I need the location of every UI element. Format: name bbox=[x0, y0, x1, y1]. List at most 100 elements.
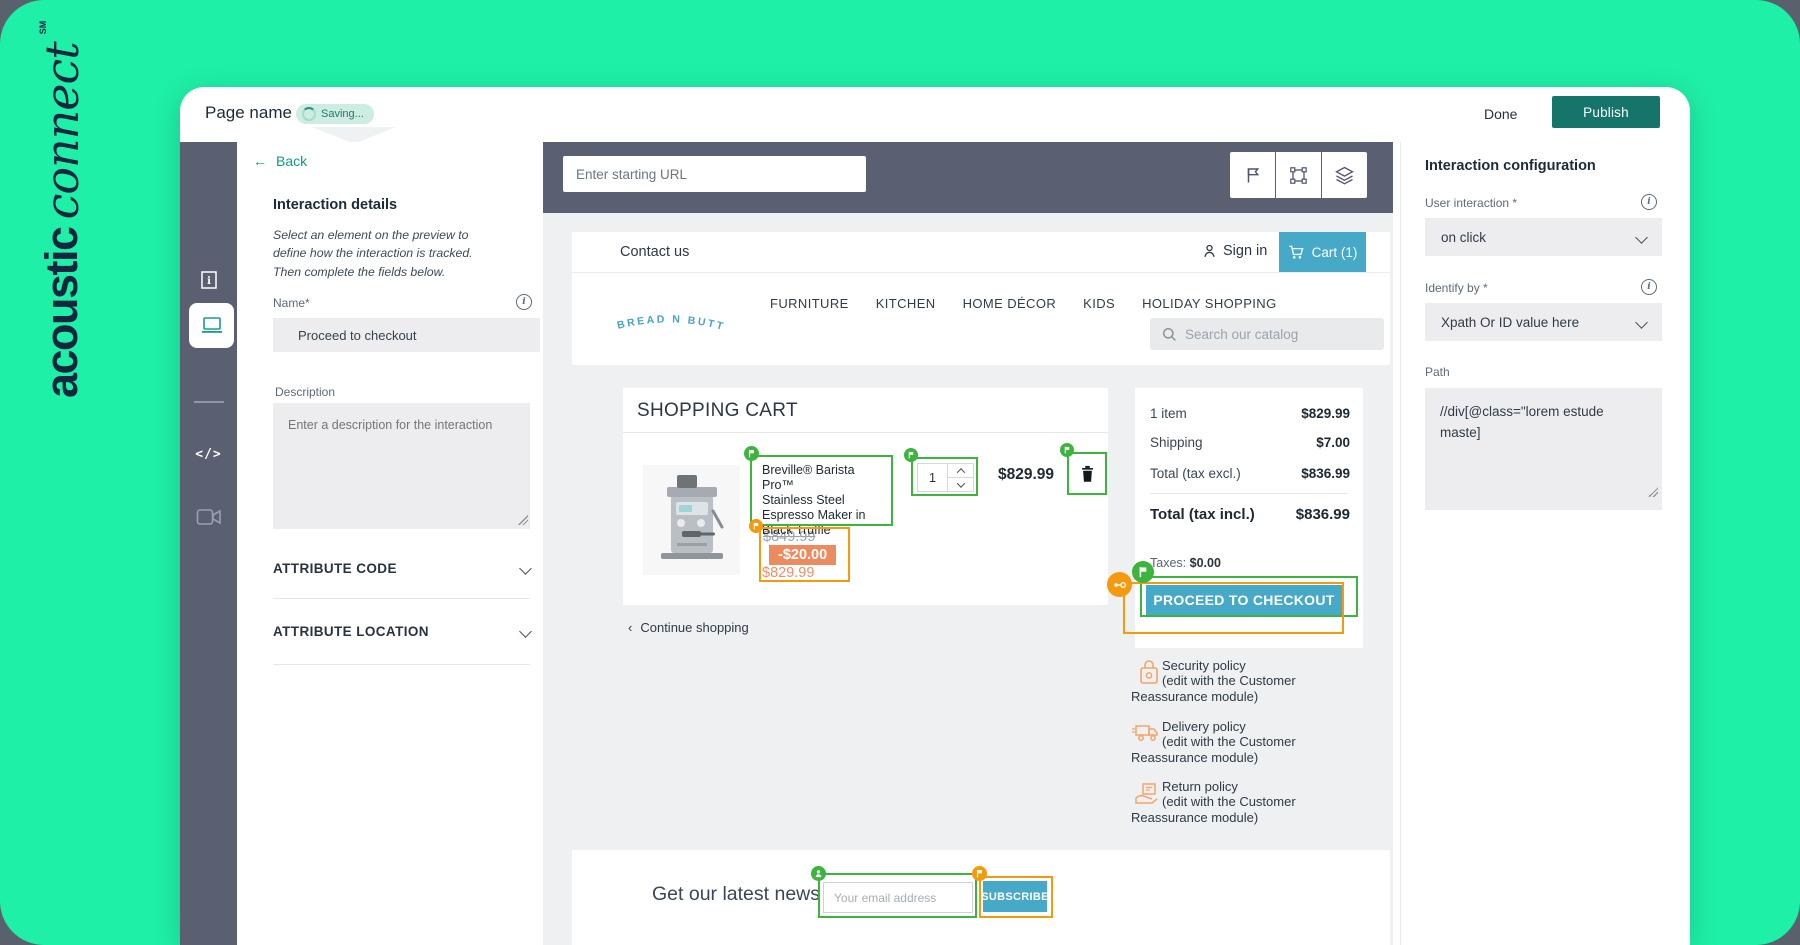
cart-icon bbox=[1288, 244, 1305, 260]
back-label: Back bbox=[276, 153, 307, 169]
nav-kids[interactable]: KIDS bbox=[1083, 296, 1115, 311]
quantity-annotation-box[interactable] bbox=[911, 457, 978, 496]
preview-tool-button[interactable] bbox=[189, 303, 234, 348]
newsletter-band: Get our latest news and SUBSCRIBE bbox=[572, 850, 1390, 945]
description-label: Description bbox=[275, 385, 335, 399]
starting-url-input[interactable] bbox=[563, 156, 866, 192]
path-label: Path bbox=[1425, 365, 1450, 379]
info-panel-icon[interactable]: i bbox=[180, 270, 237, 290]
site-header-card: Contact us Sign in Cart (1) BREAD N BUTT… bbox=[572, 232, 1390, 365]
lock-icon bbox=[1138, 658, 1160, 686]
cart-divider bbox=[623, 432, 1108, 433]
summary-divider bbox=[1150, 493, 1348, 494]
logo-connect: connect bbox=[35, 42, 89, 219]
chevron-left-icon: ‹ bbox=[628, 620, 632, 635]
publish-button[interactable]: Publish bbox=[1552, 96, 1660, 128]
orange-flag-badge[interactable] bbox=[972, 866, 987, 881]
cart-button[interactable]: Cart (1) bbox=[1279, 232, 1366, 272]
identify-by-select[interactable]: Xpath Or ID value here bbox=[1425, 303, 1662, 341]
chevron-down-icon bbox=[1635, 316, 1648, 329]
bread-n-butter-logo[interactable]: BREAD N BUTTER bbox=[614, 307, 730, 337]
rail-divider bbox=[194, 401, 224, 403]
attribute-location-accordion[interactable]: ATTRIBUTE LOCATION bbox=[273, 624, 530, 639]
person-icon bbox=[1202, 243, 1217, 259]
svg-text:BREAD N BUTTER: BREAD N BUTTER bbox=[614, 307, 727, 333]
catalog-search-input[interactable]: Search our catalog bbox=[1150, 318, 1384, 350]
link-icon bbox=[1113, 580, 1127, 590]
shopping-cart-card: SHOPPING CART bbox=[623, 388, 1108, 605]
svg-text:i: i bbox=[207, 276, 211, 287]
site-preview: Contact us Sign in Cart (1) BREAD N BUTT… bbox=[543, 213, 1393, 945]
green-person-badge[interactable] bbox=[811, 866, 826, 881]
sign-in-link[interactable]: Sign in bbox=[1202, 243, 1267, 259]
site-nav: FURNITURE KITCHEN HOME DÉCOR KIDS HOLIDA… bbox=[770, 296, 1277, 311]
tool-sidebar: i </> bbox=[180, 142, 237, 945]
attribute-code-accordion[interactable]: ATTRIBUTE CODE bbox=[273, 561, 530, 576]
subscribe-annotation-box[interactable] bbox=[979, 876, 1053, 918]
user-interaction-label: User interaction * bbox=[1425, 196, 1517, 210]
product-name-annotation-box[interactable] bbox=[750, 455, 893, 526]
user-interaction-info-icon[interactable]: i bbox=[1641, 194, 1657, 210]
video-camera-icon[interactable] bbox=[180, 508, 237, 526]
contact-us-link[interactable]: Contact us bbox=[620, 244, 689, 260]
flag-tool-button[interactable] bbox=[1230, 152, 1275, 198]
identify-by-info-icon[interactable]: i bbox=[1641, 279, 1657, 295]
search-icon bbox=[1162, 327, 1177, 342]
chevron-down-icon bbox=[519, 625, 532, 638]
return-package-icon bbox=[1134, 781, 1160, 807]
return-policy: Return policy (edit with the Customer Re… bbox=[1131, 779, 1321, 829]
checkout-annotation-box-orange[interactable] bbox=[1123, 582, 1344, 634]
chevron-down-icon bbox=[1635, 231, 1648, 244]
identify-by-label: Identify by * bbox=[1425, 281, 1488, 295]
logo-acoustic: acoustic bbox=[36, 227, 88, 398]
layers-tool-button[interactable] bbox=[1322, 152, 1367, 198]
layers-icon bbox=[1334, 165, 1355, 186]
green-flag-badge[interactable] bbox=[904, 448, 918, 462]
summary-row-subtotal: Total (tax excl.)$836.99 bbox=[1150, 466, 1350, 481]
interaction-configuration-title: Interaction configuration bbox=[1425, 158, 1596, 174]
flag-icon bbox=[975, 869, 984, 878]
section-divider bbox=[273, 664, 530, 665]
nav-kitchen[interactable]: KITCHEN bbox=[876, 296, 936, 311]
brand-logo: acoustic connect SM bbox=[34, 58, 90, 398]
nav-home-decor[interactable]: HOME DÉCOR bbox=[963, 296, 1057, 311]
security-policy: Security policy (edit with the Customer … bbox=[1131, 658, 1321, 708]
description-textarea[interactable] bbox=[273, 403, 530, 529]
nav-holiday-shopping[interactable]: HOLIDAY SHOPPING bbox=[1142, 296, 1277, 311]
logo-sm-mark: SM bbox=[38, 21, 48, 35]
chevron-down-icon bbox=[519, 562, 532, 575]
description-resize-handle[interactable] bbox=[518, 515, 528, 525]
saving-label: Saving... bbox=[321, 108, 364, 120]
summary-taxes: Taxes: $0.00 bbox=[1150, 556, 1221, 570]
email-annotation-box[interactable] bbox=[818, 873, 977, 918]
truck-icon bbox=[1132, 721, 1161, 745]
continue-shopping-link[interactable]: ‹ Continue shopping bbox=[628, 620, 749, 635]
preview-toolbar bbox=[1230, 152, 1367, 198]
name-info-icon[interactable]: i bbox=[516, 294, 532, 310]
orange-link-badge[interactable] bbox=[1107, 572, 1132, 597]
green-flag-badge[interactable] bbox=[1132, 561, 1154, 583]
name-input[interactable] bbox=[273, 318, 540, 352]
interaction-details-title: Interaction details bbox=[273, 197, 397, 213]
shopping-cart-title: SHOPPING CART bbox=[637, 400, 798, 422]
interaction-details-help: Select an element on the preview to defi… bbox=[273, 226, 501, 281]
laptop-icon bbox=[200, 316, 224, 336]
path-resize-handle[interactable] bbox=[1648, 487, 1658, 497]
nav-furniture[interactable]: FURNITURE bbox=[770, 296, 849, 311]
cart-count-label: Cart (1) bbox=[1312, 245, 1358, 260]
delete-annotation-box[interactable] bbox=[1067, 452, 1107, 495]
flag-icon bbox=[1063, 446, 1071, 454]
select-element-tool-button[interactable] bbox=[1276, 152, 1321, 198]
code-tool-icon[interactable]: </> bbox=[180, 447, 237, 462]
back-button[interactable]: ← Back bbox=[253, 153, 307, 169]
orange-flag-badge[interactable] bbox=[749, 519, 763, 533]
user-interaction-select[interactable]: on click bbox=[1425, 218, 1662, 256]
done-button[interactable]: Done bbox=[1476, 102, 1525, 126]
product-price-annotation-box[interactable] bbox=[759, 527, 850, 582]
green-flag-badge[interactable] bbox=[1060, 443, 1074, 457]
acoustic-connect-app: acoustic connect SM Page name Saving... … bbox=[0, 0, 1800, 945]
path-textarea[interactable]: //div[@class="lorem estude maste] bbox=[1425, 388, 1662, 510]
green-flag-badge[interactable] bbox=[744, 446, 759, 461]
flag-icon bbox=[752, 522, 760, 530]
flag-icon bbox=[907, 451, 915, 459]
